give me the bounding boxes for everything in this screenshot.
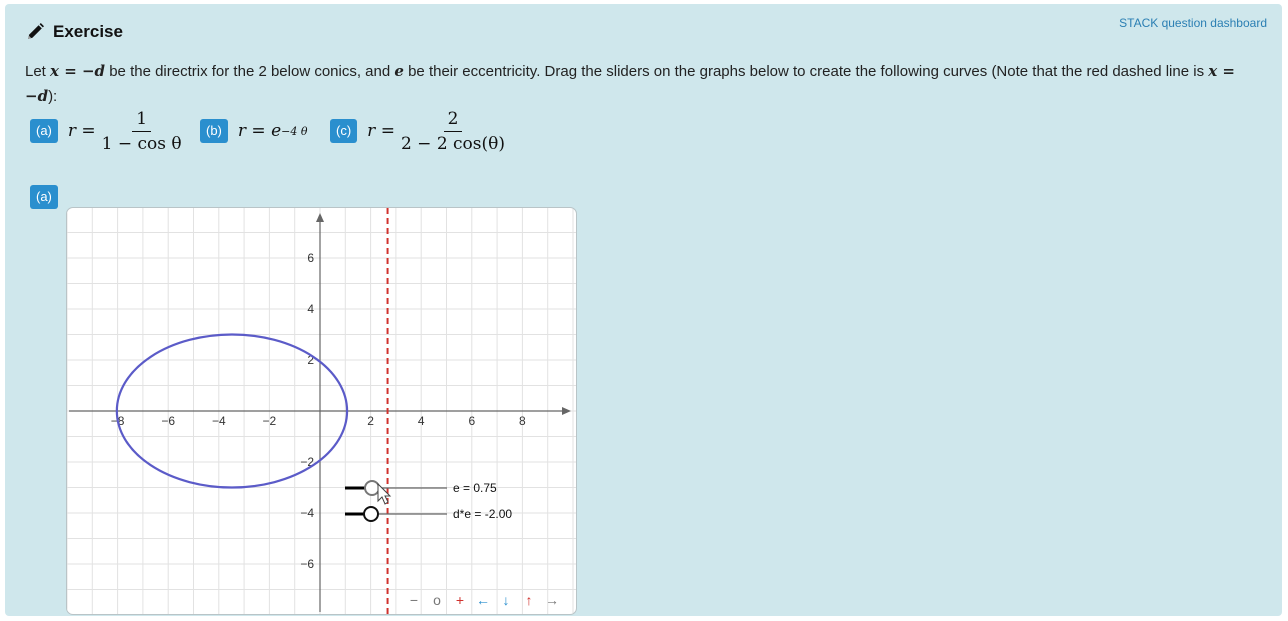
slider-de-handle[interactable]	[363, 506, 379, 522]
formula: r = 2 2 − 2 cos(θ)	[367, 109, 505, 154]
y-tick-label: −6	[300, 557, 314, 571]
question-text-segment: be their eccentricity. Drag the sliders …	[403, 63, 1209, 80]
graph-part-badge: (a)	[30, 185, 58, 209]
part-b-formula: (b) r = e −4 θ	[200, 104, 307, 158]
x-tick-label: −2	[263, 414, 277, 428]
part-badge: (c)	[330, 119, 358, 143]
interactive-graph[interactable]: −8 −6 −4 −2 2 4 6 8 6 4 2 −2 −4 −6 e = 0.75 d*e = -2.00…	[66, 207, 577, 615]
exponent: −4 θ	[281, 124, 308, 138]
zoom-reset-button[interactable]: o	[433, 592, 441, 608]
formula-lhs: r =	[367, 121, 395, 141]
zoom-in-button[interactable]: +	[456, 592, 464, 608]
formula: r = e −4 θ	[238, 121, 308, 141]
formula-lhs: r =	[67, 121, 96, 141]
pan-right-button[interactable]: →	[545, 592, 559, 608]
question-panel: Exercise STACK question dashboard Let x …	[5, 4, 1282, 616]
y-tick-label: −4	[300, 506, 314, 520]
slider-e-label: e = 0.75	[453, 481, 497, 495]
part-badge: (a)	[30, 119, 58, 143]
x-axis-arrow	[562, 407, 571, 415]
fraction: 1 1 − cos θ	[102, 109, 182, 154]
part-badge: (b)	[200, 119, 228, 143]
x-tick-label: 6	[468, 414, 475, 428]
x-tick-label: 8	[519, 414, 526, 428]
zoom-out-button[interactable]: −	[410, 592, 418, 608]
slider-e-handle[interactable]	[364, 480, 380, 496]
x-tick-label: −4	[212, 414, 226, 428]
part-formulas: (a) r = 1 1 − cos θ (b) r = e −4 θ (c) r …	[30, 104, 730, 164]
pan-down-button[interactable]: ↓	[503, 592, 510, 608]
fraction: 2 2 − 2 cos(θ)	[401, 109, 505, 154]
x-tick-label: 4	[418, 414, 425, 428]
formula: r = 1 1 − cos θ	[68, 109, 182, 154]
pencil-icon	[28, 23, 44, 39]
numerator: 1	[132, 109, 152, 132]
exercise-header: Exercise	[25, 22, 123, 42]
math-eccentricity: e	[394, 62, 404, 80]
part-a-formula: (a) r = 1 1 − cos θ	[30, 104, 182, 158]
stack-dashboard-link[interactable]: STACK question dashboard	[1119, 16, 1267, 30]
x-tick-label: −6	[161, 414, 175, 428]
slider-de-label: d*e = -2.00	[453, 507, 512, 521]
denominator: 2 − 2 cos(θ)	[400, 133, 506, 154]
math-directrix: x = −d	[50, 62, 106, 80]
numerator: 2	[443, 109, 463, 132]
pan-up-button[interactable]: ↑	[526, 592, 533, 608]
exercise-title: Exercise	[53, 22, 123, 41]
y-tick-label: 6	[307, 251, 314, 265]
question-text-segment: ):	[48, 88, 58, 105]
pan-left-button[interactable]: ←	[476, 592, 490, 608]
x-tick-label: 2	[367, 414, 374, 428]
y-tick-label: 4	[307, 302, 314, 316]
formula-lhs: r = e	[237, 121, 282, 141]
denominator: 1 − cos θ	[101, 133, 182, 154]
question-text-segment: be the directrix for the 2 below conics,…	[105, 63, 395, 80]
part-c-formula: (c) r = 2 2 − 2 cos(θ)	[330, 104, 505, 158]
question-text-segment: Let	[25, 63, 51, 80]
graph-canvas[interactable]: −8 −6 −4 −2 2 4 6 8642−2−4−6e = 0.75d*e = -2.00…	[67, 208, 576, 614]
question-text: Let x = −d be the directrix for the 2 be…	[25, 59, 1265, 109]
y-axis-arrow	[316, 213, 324, 222]
